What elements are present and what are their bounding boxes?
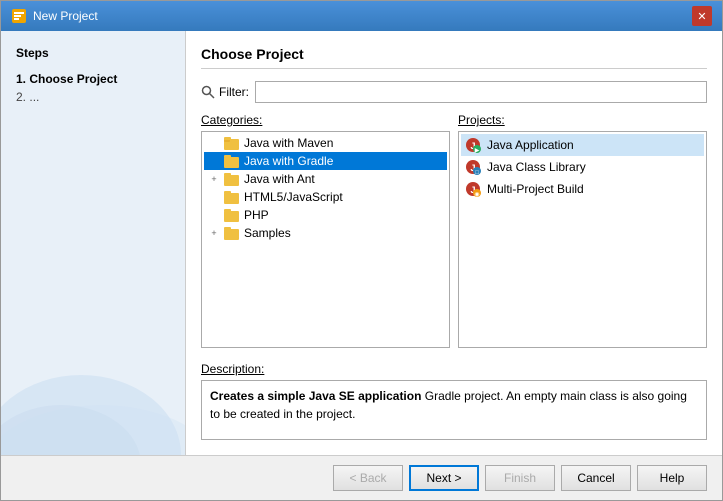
svg-text:□: □ (475, 170, 479, 175)
window-title: New Project (33, 9, 98, 23)
maven-folder-icon (224, 136, 240, 150)
ant-label: Java with Ant (244, 172, 315, 186)
description-box: Creates a simple Java SE application Gra… (201, 380, 707, 440)
category-php[interactable]: PHP (204, 206, 447, 224)
category-html5[interactable]: HTML5/JavaScript (204, 188, 447, 206)
categories-list: Java with Maven Java with Gra (201, 131, 450, 348)
step-1-label: Choose Project (29, 72, 117, 86)
project-java-app[interactable]: J ▶ Java Application (461, 134, 704, 156)
categories-panel: Categories: (201, 113, 450, 348)
sidebar: Steps 1. Choose Project 2. ... (1, 31, 186, 455)
gradle-expander (208, 155, 220, 167)
ant-expander: + (208, 173, 220, 185)
new-project-dialog: New Project ✕ Steps 1. Choose Project 2.… (0, 0, 723, 501)
samples-label: Samples (244, 226, 291, 240)
java-app-label: Java Application (487, 138, 574, 152)
html5-expander (208, 191, 220, 203)
next-button[interactable]: Next > (409, 465, 479, 491)
multi-label: Multi-Project Build (487, 182, 584, 196)
step-2: 2. ... (16, 90, 170, 104)
step-2-number: 2. (16, 90, 26, 104)
gradle-label: Java with Gradle (244, 154, 333, 168)
panels-row: Categories: (201, 113, 707, 348)
filter-text: Filter: (219, 85, 249, 99)
steps-title: Steps (16, 46, 170, 60)
category-samples[interactable]: + Samples (204, 224, 447, 242)
description-label: Description: (201, 362, 707, 376)
project-java-lib[interactable]: J □ Java Class Library (461, 156, 704, 178)
panel-title: Choose Project (201, 46, 707, 69)
app-icon (11, 8, 27, 24)
help-button[interactable]: Help (637, 465, 707, 491)
java-lib-label: Java Class Library (487, 160, 586, 174)
filter-row: Filter: (201, 81, 707, 103)
cancel-button[interactable]: Cancel (561, 465, 631, 491)
maven-expander (208, 137, 220, 149)
footer: < Back Next > Finish Cancel Help (1, 455, 722, 500)
svg-text:◉: ◉ (474, 192, 479, 197)
maven-label: Java with Maven (244, 136, 333, 150)
step-1: 1. Choose Project (16, 72, 170, 86)
search-icon (201, 85, 215, 99)
samples-folder-icon (224, 226, 240, 240)
project-multi[interactable]: J ◉ Multi-Project Build (461, 178, 704, 200)
close-button[interactable]: ✕ (692, 6, 712, 26)
back-button[interactable]: < Back (333, 465, 403, 491)
title-bar-left: New Project (11, 8, 98, 24)
java-app-icon: J ▶ (465, 137, 481, 153)
php-folder-icon (224, 208, 240, 222)
projects-panel: Projects: J ▶ (458, 113, 707, 348)
content-area: Steps 1. Choose Project 2. ... Choose Pr… (1, 31, 722, 455)
html5-folder-icon (224, 190, 240, 204)
gradle-folder-icon (224, 154, 240, 168)
samples-expander: + (208, 227, 220, 239)
step-1-number: 1. (16, 72, 26, 86)
sidebar-decoration (1, 275, 185, 455)
category-gradle[interactable]: Java with Gradle (204, 152, 447, 170)
title-bar: New Project ✕ (1, 1, 722, 31)
filter-input[interactable] (255, 81, 707, 103)
multi-icon: J ◉ (465, 181, 481, 197)
projects-list: J ▶ Java Application (458, 131, 707, 348)
finish-button[interactable]: Finish (485, 465, 555, 491)
ant-folder-icon (224, 172, 240, 186)
projects-label: Projects: (458, 113, 707, 127)
html5-label: HTML5/JavaScript (244, 190, 343, 204)
php-expander (208, 209, 220, 221)
svg-text:▶: ▶ (475, 148, 480, 153)
java-lib-icon: J □ (465, 159, 481, 175)
step-2-label: ... (29, 90, 39, 104)
description-section: Description: Creates a simple Java SE ap… (201, 362, 707, 440)
categories-label: Categories: (201, 113, 450, 127)
filter-label: Filter: (201, 85, 249, 99)
category-maven[interactable]: Java with Maven (204, 134, 447, 152)
category-ant[interactable]: + Java with Ant (204, 170, 447, 188)
php-label: PHP (244, 208, 269, 222)
main-panel: Choose Project Filter: Categories: (186, 31, 722, 455)
